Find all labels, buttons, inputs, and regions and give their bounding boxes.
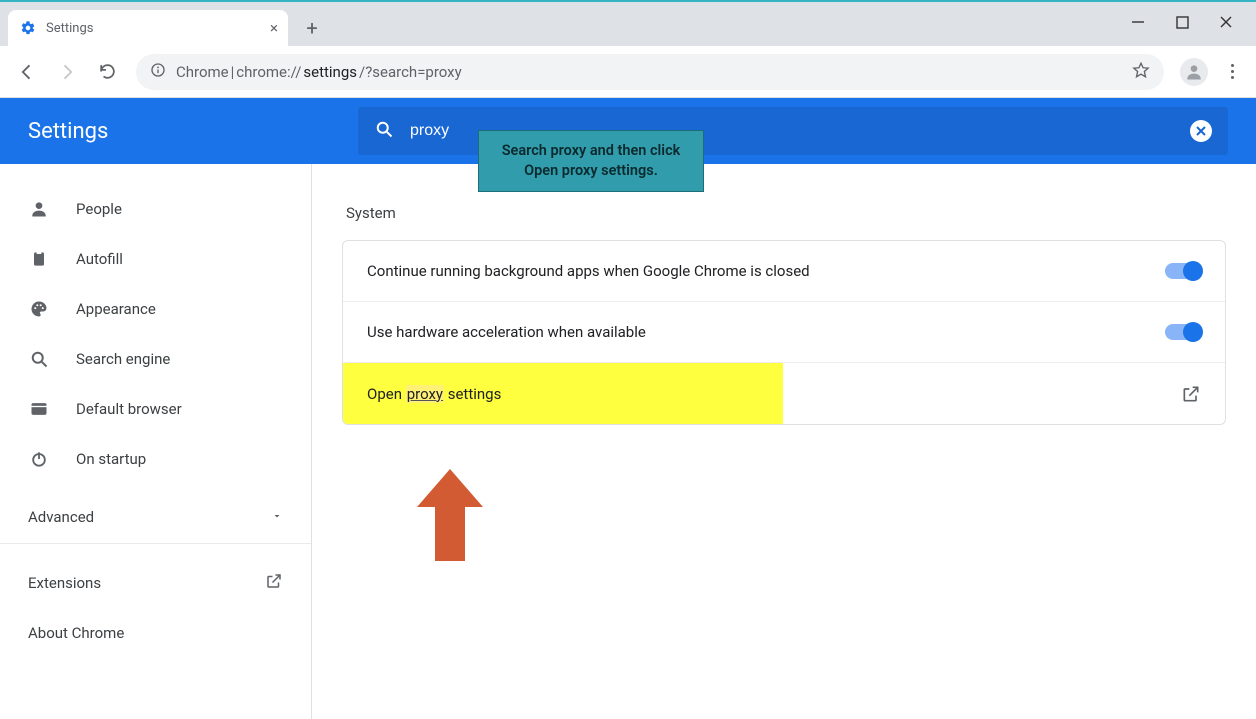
maximize-button[interactable] — [1172, 12, 1192, 32]
person-icon — [28, 198, 50, 220]
sidebar-item-label: Advanced — [28, 508, 94, 526]
address-bar[interactable]: Chrome | chrome:// settings /?search=pro… — [136, 54, 1164, 90]
chevron-down-icon — [271, 508, 283, 526]
page-title: Settings — [28, 119, 338, 144]
sidebar-item-extensions[interactable]: Extensions — [0, 558, 311, 608]
sidebar-item-default-browser[interactable]: Default browser — [0, 384, 311, 434]
sidebar-item-label: People — [76, 200, 122, 218]
row-label: Continue running background apps when Go… — [367, 262, 810, 280]
sidebar-item-search-engine[interactable]: Search engine — [0, 334, 311, 384]
profile-avatar[interactable] — [1180, 58, 1208, 86]
sidebar-item-autofill[interactable]: Autofill — [0, 234, 311, 284]
toggle-hardware-accel[interactable] — [1165, 324, 1201, 340]
row-hardware-accel: Use hardware acceleration when available — [343, 302, 1225, 363]
search-icon — [374, 119, 394, 143]
sidebar-item-people[interactable]: People — [0, 184, 311, 234]
row-open-proxy-settings[interactable]: Open proxy settings — [343, 363, 1225, 424]
window-controls — [1106, 2, 1256, 42]
sidebar-item-label: Default browser — [76, 400, 182, 418]
url-text: Chrome | chrome:// settings /?search=pro… — [176, 63, 1122, 81]
sidebar-item-label: Search engine — [76, 350, 170, 368]
sidebar-item-label: On startup — [76, 450, 146, 468]
sidebar-item-label: About Chrome — [28, 624, 124, 642]
site-info-icon[interactable] — [150, 62, 166, 82]
row-label: Use hardware acceleration when available — [367, 323, 646, 341]
sidebar-item-label: Appearance — [76, 300, 156, 318]
tab-strip: Settings × + — [0, 2, 1256, 46]
forward-button[interactable] — [50, 55, 84, 89]
sidebar-item-on-startup[interactable]: On startup — [0, 434, 311, 484]
palette-icon — [28, 298, 50, 320]
annotation-arrow-icon — [417, 469, 483, 561]
gear-icon — [20, 20, 36, 36]
toggle-background-apps[interactable] — [1165, 263, 1201, 279]
settings-main: System Continue running background apps … — [312, 164, 1256, 719]
reload-button[interactable] — [90, 55, 124, 89]
annotation-callout: Search proxy and then click Open proxy s… — [478, 130, 704, 192]
settings-sidebar: People Autofill Appearance Search engine — [0, 164, 312, 719]
row-background-apps: Continue running background apps when Go… — [343, 241, 1225, 302]
search-icon — [28, 348, 50, 370]
close-window-button[interactable] — [1216, 12, 1236, 32]
new-tab-button[interactable]: + — [296, 12, 328, 44]
system-card: Continue running background apps when Go… — [342, 240, 1226, 425]
tab-settings[interactable]: Settings × — [8, 10, 288, 46]
browser-toolbar: Chrome | chrome:// settings /?search=pro… — [0, 46, 1256, 98]
chrome-menu-button[interactable] — [1218, 64, 1246, 79]
sidebar-item-appearance[interactable]: Appearance — [0, 284, 311, 334]
tab-close-button[interactable]: × — [270, 19, 278, 37]
sidebar-item-about-chrome[interactable]: About Chrome — [0, 608, 311, 658]
row-label: Open proxy settings — [367, 385, 501, 403]
sidebar-item-advanced[interactable]: Advanced — [0, 490, 311, 544]
open-in-new-icon — [265, 572, 283, 594]
open-in-new-icon — [1181, 384, 1201, 404]
browser-icon — [28, 398, 50, 420]
section-title: System — [346, 204, 1226, 222]
minimize-button[interactable] — [1128, 12, 1148, 32]
tab-title: Settings — [46, 21, 93, 36]
back-button[interactable] — [10, 55, 44, 89]
sidebar-item-label: Extensions — [28, 574, 101, 592]
power-icon — [28, 448, 50, 470]
clear-search-button[interactable] — [1190, 120, 1212, 142]
clipboard-icon — [28, 248, 50, 270]
sidebar-item-label: Autofill — [76, 250, 123, 268]
bookmark-star-icon[interactable] — [1132, 61, 1150, 83]
